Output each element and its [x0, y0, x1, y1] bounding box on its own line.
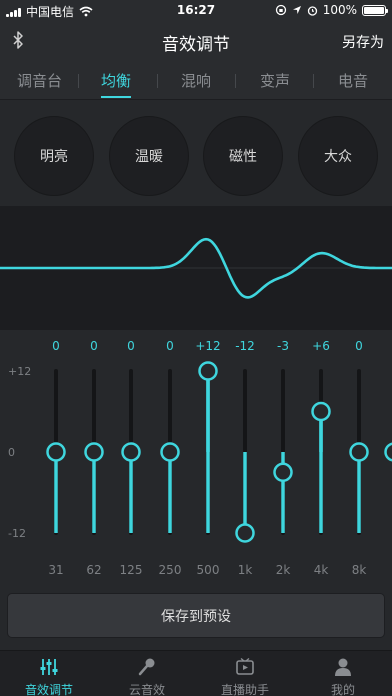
preset-warm-button[interactable]: 温暖	[109, 116, 189, 196]
tab-divider	[157, 74, 158, 88]
tab-divider	[235, 74, 236, 88]
eq-frequency-label: 500	[197, 563, 220, 577]
eq-slider-handle[interactable]	[46, 442, 66, 462]
eq-gain-label: +6	[312, 339, 330, 353]
eq-slider-handle[interactable]	[160, 442, 180, 462]
eq-slider-handle[interactable]	[198, 361, 218, 381]
tab-voice-change[interactable]: 变声	[255, 70, 295, 91]
eq-scale-label: -12	[8, 527, 26, 540]
save-to-preset-button[interactable]: 保存到预设	[7, 593, 385, 638]
eq-slider-handle[interactable]	[84, 442, 104, 462]
tab-equalizer[interactable]: 均衡	[96, 70, 136, 91]
page-title: 音效调节	[162, 35, 230, 55]
microphone-icon	[138, 658, 155, 676]
tabbar-label: 我的	[330, 683, 355, 696]
tab-divider	[313, 74, 314, 88]
eq-frequency-label: 250	[159, 563, 182, 577]
tabbar-label: 直播助手	[220, 683, 269, 696]
battery-percent: 100%	[322, 3, 357, 17]
eq-slider-handle[interactable]	[384, 442, 392, 462]
status-bar: 中国电信 16:27 100%	[0, 0, 392, 20]
eq-frequency-label: 31	[48, 563, 63, 577]
battery-icon	[362, 4, 388, 16]
sliders-icon	[40, 659, 58, 675]
orientation-lock-icon	[275, 4, 286, 16]
tabbar-label: 音效调节	[24, 683, 73, 696]
alarm-icon	[307, 5, 317, 16]
eq-frequency-label: 8k	[352, 563, 367, 577]
eq-slider-handle[interactable]	[235, 523, 255, 543]
tabbar-item-mine[interactable]: 我的	[294, 651, 392, 696]
eq-frequency-label: 1k	[238, 563, 253, 577]
tab-reverb[interactable]: 混响	[176, 70, 216, 91]
location-icon	[292, 6, 301, 14]
eq-slider-handle[interactable]	[349, 442, 369, 462]
nav-bar: 音效调节 另存为	[0, 20, 392, 62]
eq-scale-label: +12	[8, 365, 31, 378]
effect-tabs: 调音台 均衡 混响 变声 电音	[0, 62, 392, 100]
tabbar-label: 云音效	[128, 683, 165, 696]
equalizer-panel: +12 0 -12 0 31 0 62 0 125 0 250 +12 500 -12 1k -3 2k +6 4k…	[0, 330, 392, 585]
eq-gain-label: +12	[195, 339, 220, 353]
save-as-button[interactable]: 另存为	[342, 32, 384, 52]
tab-divider	[78, 74, 79, 88]
preset-bright-button[interactable]: 明亮	[14, 116, 94, 196]
eq-gain-label: -3	[277, 339, 289, 353]
eq-gain-label: 0	[166, 339, 174, 353]
eq-response-curve	[0, 206, 392, 330]
eq-gain-label: 0	[127, 339, 135, 353]
eq-frequency-label: 62	[86, 563, 101, 577]
preset-row: 明亮 温暖 磁性 大众	[0, 101, 392, 206]
tabbar-item-cloud-effects[interactable]: 云音效	[98, 651, 196, 696]
eq-gain-label: 0	[355, 339, 363, 353]
eq-slider-handle[interactable]	[273, 462, 293, 482]
person-icon	[335, 658, 351, 676]
tabbar-item-sound-adjust[interactable]: 音效调节	[0, 651, 98, 696]
eq-gain-label: 0	[52, 339, 60, 353]
tab-electro[interactable]: 电音	[333, 70, 373, 91]
eq-frequency-label: 125	[120, 563, 143, 577]
eq-slider-handle[interactable]	[311, 401, 331, 422]
eq-frequency-label: 2k	[276, 563, 291, 577]
bottom-tab-bar: 音效调节 云音效 直播助手 我的	[0, 650, 392, 696]
eq-slider-handle[interactable]	[121, 442, 141, 462]
eq-gain-label: 0	[90, 339, 98, 353]
active-tab-indicator	[101, 96, 131, 98]
eq-scale-label: 0	[8, 446, 15, 459]
play-box-icon	[236, 657, 254, 675]
preset-magnetic-button[interactable]: 磁性	[203, 116, 283, 196]
tab-mixer[interactable]: 调音台	[17, 70, 62, 91]
preset-popular-button[interactable]: 大众	[298, 116, 378, 196]
tabbar-item-live-assistant[interactable]: 直播助手	[196, 651, 294, 696]
eq-frequency-label: 4k	[314, 563, 329, 577]
eq-gain-label: -12	[235, 339, 255, 353]
